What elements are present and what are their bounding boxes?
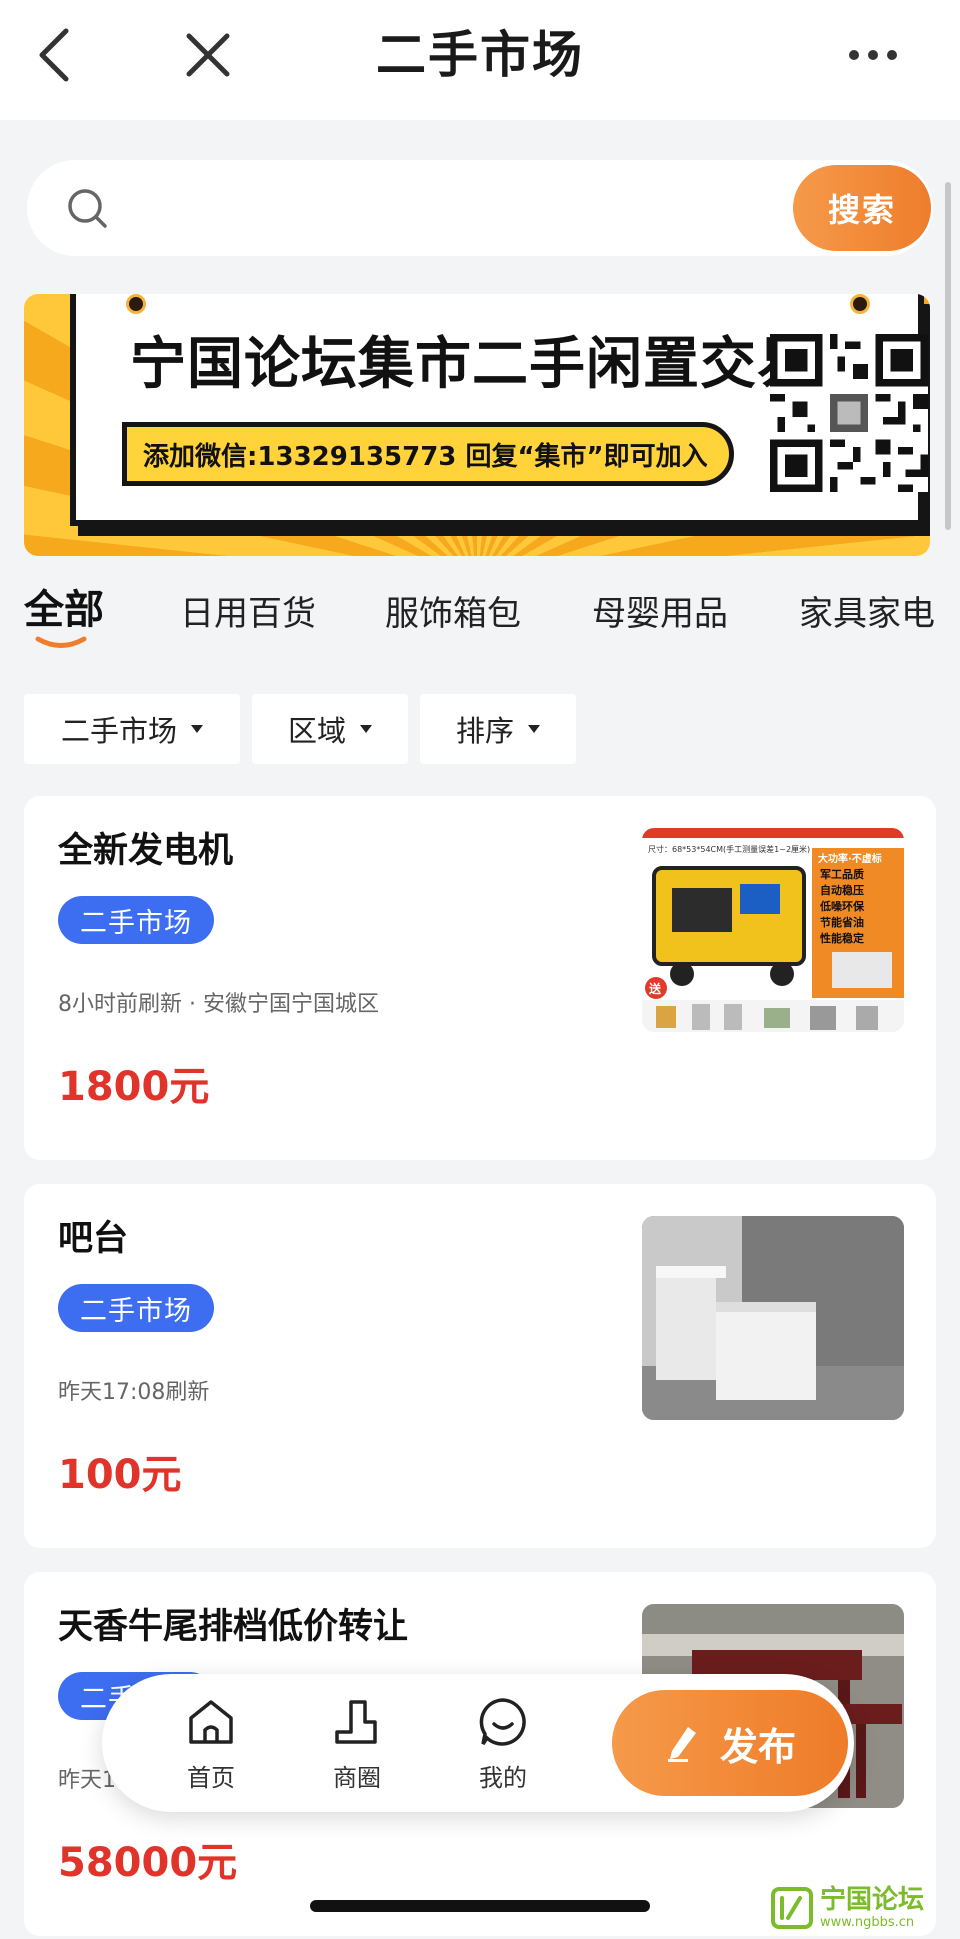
listing-meta: 昨天17:08刷新 (58, 1380, 210, 1405)
listing-title: 吧台 (58, 1219, 129, 1259)
banner-title: 宁国论坛集市二手闲置交易群 (130, 332, 871, 397)
generator-image: 尺寸：68*53*54CM(手工测量误差1~2厘米) 大功率·不虚标 军工品质 … (642, 828, 904, 1032)
listing-title: 全新发电机 (58, 831, 234, 871)
search-input[interactable] (137, 182, 797, 234)
tab-apparel-bags[interactable]: 服饰箱包 (385, 584, 521, 644)
filter-sort[interactable]: 排序 (420, 694, 576, 764)
tab-label: 全部 (24, 587, 104, 633)
nav-mine-label: 我的 (479, 1764, 527, 1792)
listing-card[interactable]: 吧台 二手市场 昨天17:08刷新 100元 (24, 1184, 936, 1548)
listing-thumbnail[interactable] (642, 1216, 904, 1420)
filter-region[interactable]: 区域 (252, 694, 408, 764)
search-bar: 搜索 (27, 160, 933, 256)
svg-text:节能省油: 节能省油 (820, 915, 864, 929)
watermark: 宁国论坛 www.ngbbs.cn (770, 1882, 956, 1934)
svg-text:低噪环保: 低噪环保 (819, 899, 865, 913)
more-options-button[interactable] (840, 30, 906, 80)
tab-daily-goods[interactable]: 日用百货 (180, 584, 316, 644)
publish-button[interactable]: 发布 (612, 1690, 848, 1796)
active-tab-indicator (35, 636, 87, 648)
top-nav-bar: 二手市场 (0, 0, 960, 120)
qr-code-icon (770, 334, 928, 492)
filter-label: 排序 (455, 714, 514, 748)
listing-meta: 8小时前刷新 · 安徽宁国宁国城区 (58, 992, 379, 1017)
svg-text:送: 送 (648, 981, 662, 996)
smile-chat-icon (479, 1698, 526, 1746)
flag-icon (335, 1700, 377, 1744)
listing-price: 58000元 (58, 1840, 238, 1886)
category-tag[interactable]: 二手市场 (58, 896, 214, 944)
promo-banner[interactable]: 宁国论坛集市二手闲置交易群 添加微信:13329135773 回复“集市”即可加… (24, 294, 930, 556)
bottom-nav: 首页 商圈 我的 发布 (102, 1674, 854, 1812)
category-tag[interactable]: 二手市场 (58, 1284, 214, 1332)
watermark-url: www.ngbbs.cn (820, 1915, 915, 1930)
listing-price: 100元 (58, 1452, 182, 1498)
pin-icon (126, 294, 146, 314)
bar-counter-image (642, 1216, 904, 1420)
search-button[interactable]: 搜索 (793, 165, 931, 251)
nav-home[interactable]: 首页 (156, 1696, 266, 1796)
svg-text:大功率·不虚标: 大功率·不虚标 (818, 852, 882, 865)
listing-title: 天香牛尾排档低价转让 (58, 1607, 409, 1647)
filter-market[interactable]: 二手市场 (24, 694, 240, 764)
svg-text:军工品质: 军工品质 (820, 867, 864, 881)
more-dot-icon (868, 50, 878, 60)
watermark-text: 宁国论坛 www.ngbbs.cn (820, 1887, 924, 1929)
pencil-icon (667, 1727, 696, 1762)
nav-business-circle-label: 商圈 (333, 1764, 381, 1792)
caret-down-icon (360, 725, 372, 733)
svg-text:尺寸：68*53*54CM(手工测量误差1~2厘米): 尺寸：68*53*54CM(手工测量误差1~2厘米) (648, 844, 810, 854)
publish-label: 发布 (719, 1724, 796, 1769)
logo-icon (771, 1887, 813, 1929)
caret-down-icon (528, 725, 540, 733)
svg-text:性能稳定: 性能稳定 (820, 931, 864, 945)
svg-text:自动稳压: 自动稳压 (820, 883, 864, 897)
home-icon (189, 1700, 233, 1744)
search-icon (68, 189, 107, 228)
listing-card[interactable]: 全新发电机 二手市场 8小时前刷新 · 安徽宁国宁国城区 1800元 尺寸：68… (24, 796, 936, 1160)
listing-price: 1800元 (58, 1064, 210, 1110)
banner-board: 宁国论坛集市二手闲置交易群 添加微信:13329135773 回复“集市”即可加… (70, 294, 928, 526)
category-tabs: 全部 日用百货 服饰箱包 母婴用品 家具家电 (24, 580, 960, 652)
more-dot-icon (849, 50, 859, 60)
tab-mother-baby[interactable]: 母婴用品 (592, 584, 728, 644)
watermark-name: 宁国论坛 (820, 1885, 925, 1915)
scrollbar[interactable] (945, 182, 951, 530)
caret-down-icon (191, 725, 203, 733)
page-title: 二手市场 (376, 26, 584, 84)
listing-thumbnail[interactable]: 尺寸：68*53*54CM(手工测量误差1~2厘米) 大功率·不虚标 军工品质 … (642, 828, 904, 1032)
filter-label: 二手市场 (60, 714, 177, 748)
tab-all[interactable]: 全部 (24, 580, 104, 648)
nav-business-circle[interactable]: 商圈 (302, 1696, 412, 1796)
tab-furniture-appliances[interactable]: 家具家电 (799, 584, 935, 644)
more-dot-icon (887, 50, 897, 60)
nav-mine[interactable]: 我的 (448, 1696, 558, 1796)
filter-label: 区域 (287, 714, 346, 748)
nav-home-label: 首页 (187, 1764, 235, 1792)
banner-subtitle: 添加微信:13329135773 回复“集市”即可加入 (122, 422, 734, 486)
home-indicator[interactable] (310, 1900, 650, 1912)
pin-icon (850, 294, 870, 314)
